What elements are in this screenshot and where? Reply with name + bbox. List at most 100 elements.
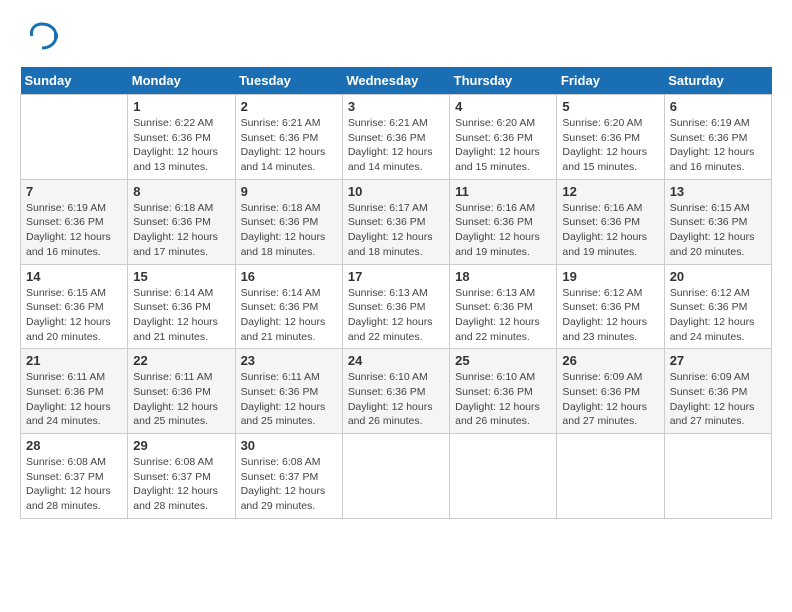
day-number: 30 xyxy=(241,438,337,453)
day-number: 3 xyxy=(348,99,444,114)
day-number: 1 xyxy=(133,99,229,114)
col-header-saturday: Saturday xyxy=(664,67,771,95)
logo xyxy=(20,20,58,57)
day-number: 29 xyxy=(133,438,229,453)
day-info: Sunrise: 6:21 AM Sunset: 6:36 PM Dayligh… xyxy=(348,116,444,175)
day-info: Sunrise: 6:13 AM Sunset: 6:36 PM Dayligh… xyxy=(348,286,444,345)
day-number: 11 xyxy=(455,184,551,199)
day-number: 14 xyxy=(26,269,122,284)
day-number: 4 xyxy=(455,99,551,114)
day-number: 12 xyxy=(562,184,658,199)
logo-icon xyxy=(26,20,58,52)
day-info: Sunrise: 6:15 AM Sunset: 6:36 PM Dayligh… xyxy=(26,286,122,345)
day-info: Sunrise: 6:20 AM Sunset: 6:36 PM Dayligh… xyxy=(455,116,551,175)
day-info: Sunrise: 6:18 AM Sunset: 6:36 PM Dayligh… xyxy=(133,201,229,260)
day-info: Sunrise: 6:17 AM Sunset: 6:36 PM Dayligh… xyxy=(348,201,444,260)
day-info: Sunrise: 6:12 AM Sunset: 6:36 PM Dayligh… xyxy=(562,286,658,345)
calendar-cell: 3 Sunrise: 6:21 AM Sunset: 6:36 PM Daylig… xyxy=(342,95,449,180)
calendar-cell: 9 Sunrise: 6:18 AM Sunset: 6:36 PM Daylig… xyxy=(235,179,342,264)
calendar-cell: 21 Sunrise: 6:11 AM Sunset: 6:36 PM Dayli… xyxy=(21,349,128,434)
day-number: 21 xyxy=(26,353,122,368)
calendar-cell: 27 Sunrise: 6:09 AM Sunset: 6:36 PM Dayli… xyxy=(664,349,771,434)
calendar-cell: 6 Sunrise: 6:19 AM Sunset: 6:36 PM Daylig… xyxy=(664,95,771,180)
calendar-cell: 28 Sunrise: 6:08 AM Sunset: 6:37 PM Dayli… xyxy=(21,434,128,519)
day-number: 17 xyxy=(348,269,444,284)
calendar-cell: 15 Sunrise: 6:14 AM Sunset: 6:36 PM Dayli… xyxy=(128,264,235,349)
day-info: Sunrise: 6:16 AM Sunset: 6:36 PM Dayligh… xyxy=(455,201,551,260)
day-number: 10 xyxy=(348,184,444,199)
day-info: Sunrise: 6:10 AM Sunset: 6:36 PM Dayligh… xyxy=(348,370,444,429)
day-number: 22 xyxy=(133,353,229,368)
calendar-cell xyxy=(21,95,128,180)
day-info: Sunrise: 6:12 AM Sunset: 6:36 PM Dayligh… xyxy=(670,286,766,345)
day-number: 26 xyxy=(562,353,658,368)
col-header-wednesday: Wednesday xyxy=(342,67,449,95)
calendar-cell: 29Sunrise: 6:08 AM Sunset: 6:37 PM Dayli… xyxy=(128,434,235,519)
calendar-cell: 4 Sunrise: 6:20 AM Sunset: 6:36 PM Daylig… xyxy=(450,95,557,180)
calendar-cell: 14 Sunrise: 6:15 AM Sunset: 6:36 PM Dayli… xyxy=(21,264,128,349)
calendar-cell: 30 Sunrise: 6:08 AM Sunset: 6:37 PM Dayli… xyxy=(235,434,342,519)
day-info: Sunrise: 6:19 AM Sunset: 6:36 PM Dayligh… xyxy=(670,116,766,175)
day-info: Sunrise: 6:15 AM Sunset: 6:36 PM Dayligh… xyxy=(670,201,766,260)
day-number: 13 xyxy=(670,184,766,199)
day-number: 7 xyxy=(26,184,122,199)
calendar-cell xyxy=(342,434,449,519)
day-info: Sunrise: 6:21 AM Sunset: 6:36 PM Dayligh… xyxy=(241,116,337,175)
calendar-cell: 10 Sunrise: 6:17 AM Sunset: 6:36 PM Dayli… xyxy=(342,179,449,264)
calendar-cell xyxy=(450,434,557,519)
calendar-cell: 7 Sunrise: 6:19 AM Sunset: 6:36 PM Daylig… xyxy=(21,179,128,264)
day-info: Sunrise: 6:14 AM Sunset: 6:36 PM Dayligh… xyxy=(241,286,337,345)
calendar-cell: 8 Sunrise: 6:18 AM Sunset: 6:36 PM Daylig… xyxy=(128,179,235,264)
day-info: Sunrise: 6:14 AM Sunset: 6:36 PM Dayligh… xyxy=(133,286,229,345)
calendar-cell: 2 Sunrise: 6:21 AM Sunset: 6:36 PM Daylig… xyxy=(235,95,342,180)
calendar-cell: 11 Sunrise: 6:16 AM Sunset: 6:36 PM Dayli… xyxy=(450,179,557,264)
calendar-cell: 26 Sunrise: 6:09 AM Sunset: 6:36 PM Dayli… xyxy=(557,349,664,434)
day-number: 2 xyxy=(241,99,337,114)
day-number: 20 xyxy=(670,269,766,284)
calendar-table: SundayMondayTuesdayWednesdayThursdayFrid… xyxy=(20,67,772,519)
day-number: 5 xyxy=(562,99,658,114)
day-info: Sunrise: 6:08 AM Sunset: 6:37 PM Dayligh… xyxy=(26,455,122,514)
day-info: Sunrise: 6:16 AM Sunset: 6:36 PM Dayligh… xyxy=(562,201,658,260)
day-number: 28 xyxy=(26,438,122,453)
day-number: 15 xyxy=(133,269,229,284)
calendar-cell: 23Sunrise: 6:11 AM Sunset: 6:36 PM Dayli… xyxy=(235,349,342,434)
calendar-cell: 22 Sunrise: 6:11 AM Sunset: 6:36 PM Dayli… xyxy=(128,349,235,434)
calendar-cell: 12 Sunrise: 6:16 AM Sunset: 6:36 PM Dayli… xyxy=(557,179,664,264)
day-info: Sunrise: 6:09 AM Sunset: 6:36 PM Dayligh… xyxy=(670,370,766,429)
day-info: Sunrise: 6:11 AM Sunset: 6:36 PM Dayligh… xyxy=(26,370,122,429)
col-header-thursday: Thursday xyxy=(450,67,557,95)
col-header-sunday: Sunday xyxy=(21,67,128,95)
calendar-cell: 24 Sunrise: 6:10 AM Sunset: 6:36 PM Dayli… xyxy=(342,349,449,434)
page-header xyxy=(20,20,772,57)
calendar-cell: 13 Sunrise: 6:15 AM Sunset: 6:36 PM Dayli… xyxy=(664,179,771,264)
col-header-friday: Friday xyxy=(557,67,664,95)
day-info: Sunrise: 6:10 AM Sunset: 6:36 PM Dayligh… xyxy=(455,370,551,429)
day-info: Sunrise: 6:08 AM Sunset: 6:37 PM Dayligh… xyxy=(241,455,337,514)
col-header-tuesday: Tuesday xyxy=(235,67,342,95)
day-number: 27 xyxy=(670,353,766,368)
day-number: 18 xyxy=(455,269,551,284)
day-number: 25 xyxy=(455,353,551,368)
day-info: Sunrise: 6:13 AM Sunset: 6:36 PM Dayligh… xyxy=(455,286,551,345)
day-info: Sunrise: 6:11 AM Sunset: 6:36 PM Dayligh… xyxy=(133,370,229,429)
day-info: Sunrise: 6:19 AM Sunset: 6:36 PM Dayligh… xyxy=(26,201,122,260)
calendar-cell: 20 Sunrise: 6:12 AM Sunset: 6:36 PM Dayli… xyxy=(664,264,771,349)
day-number: 24 xyxy=(348,353,444,368)
col-header-monday: Monday xyxy=(128,67,235,95)
calendar-cell xyxy=(664,434,771,519)
day-number: 23 xyxy=(241,353,337,368)
calendar-cell: 1 Sunrise: 6:22 AM Sunset: 6:36 PM Daylig… xyxy=(128,95,235,180)
calendar-cell: 18 Sunrise: 6:13 AM Sunset: 6:36 PM Dayli… xyxy=(450,264,557,349)
day-info: Sunrise: 6:20 AM Sunset: 6:36 PM Dayligh… xyxy=(562,116,658,175)
day-info: Sunrise: 6:18 AM Sunset: 6:36 PM Dayligh… xyxy=(241,201,337,260)
calendar-cell: 25 Sunrise: 6:10 AM Sunset: 6:36 PM Dayli… xyxy=(450,349,557,434)
calendar-cell: 16Sunrise: 6:14 AM Sunset: 6:36 PM Dayli… xyxy=(235,264,342,349)
calendar-cell: 19Sunrise: 6:12 AM Sunset: 6:36 PM Dayli… xyxy=(557,264,664,349)
day-info: Sunrise: 6:22 AM Sunset: 6:36 PM Dayligh… xyxy=(133,116,229,175)
calendar-cell: 5 Sunrise: 6:20 AM Sunset: 6:36 PM Daylig… xyxy=(557,95,664,180)
day-info: Sunrise: 6:09 AM Sunset: 6:36 PM Dayligh… xyxy=(562,370,658,429)
day-number: 6 xyxy=(670,99,766,114)
day-number: 9 xyxy=(241,184,337,199)
day-number: 8 xyxy=(133,184,229,199)
